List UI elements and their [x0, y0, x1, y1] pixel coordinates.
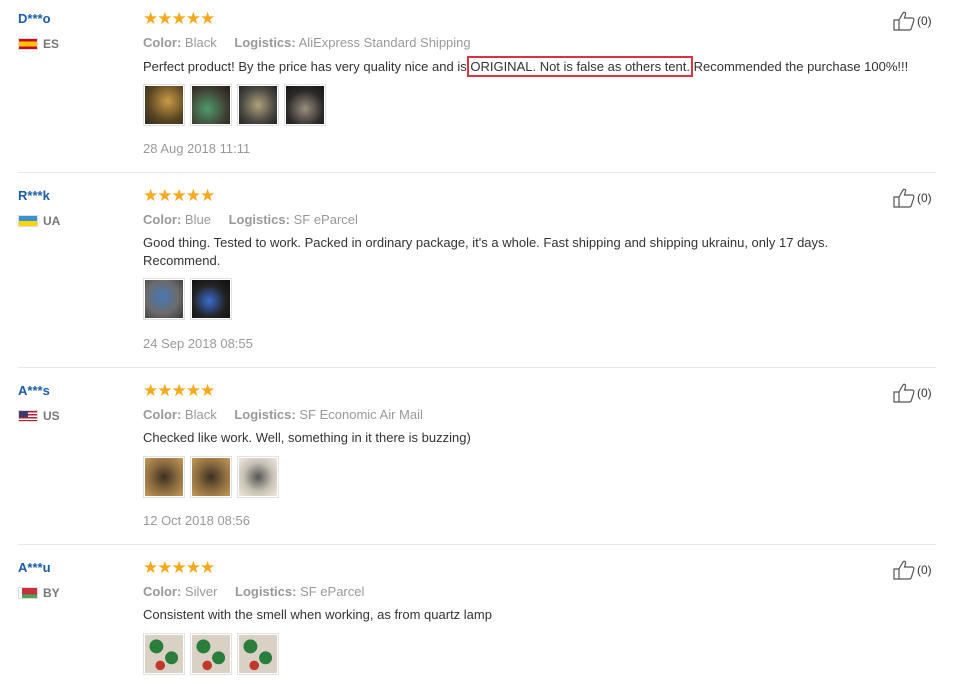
logistics-label: Logistics:: [228, 212, 290, 227]
helpful-count: (0): [917, 386, 932, 400]
color-label: Color:: [143, 584, 182, 599]
color-label: Color:: [143, 212, 182, 227]
helpful-button[interactable]: (0): [893, 188, 932, 208]
color-value: Silver: [184, 584, 218, 599]
helpful-button[interactable]: (0): [893, 11, 932, 31]
logistics-value: SF Economic Air Mail: [299, 407, 423, 422]
review-photo[interactable]: [143, 278, 185, 320]
star-rating: ★★★★★: [143, 186, 215, 205]
logistics-value: SF eParcel: [293, 212, 358, 227]
review-text: Consistent with the smell when working, …: [143, 607, 492, 622]
review-meta: Color: Black Logistics: AliExpress Stand…: [143, 35, 471, 50]
review-photo[interactable]: [237, 84, 279, 126]
reviewer-name[interactable]: D***o: [18, 11, 51, 26]
thumbs-up-icon: [893, 11, 915, 31]
country-code: UA: [43, 214, 61, 228]
helpful-count: (0): [917, 563, 932, 577]
reviewer-name[interactable]: R***k: [18, 188, 50, 203]
review-text: Good thing. Tested to work. Packed in or…: [143, 235, 829, 268]
review-date: 12 Oct 2018 08:56: [143, 513, 250, 528]
review-date: 28 Aug 2018 11:11: [143, 141, 251, 156]
logistics-label: Logistics:: [235, 584, 297, 599]
helpful-count: (0): [917, 191, 932, 205]
color-label: Color:: [143, 407, 182, 422]
review-photo[interactable]: [284, 84, 326, 126]
thumbs-up-icon: [893, 560, 915, 580]
logistics-label: Logistics:: [234, 407, 296, 422]
star-rating: ★★★★★: [143, 381, 215, 400]
review-meta: Color: Blue Logistics: SF eParcel: [143, 212, 358, 227]
country-code: US: [43, 409, 60, 423]
logistics-label: Logistics:: [234, 35, 296, 50]
reviewer-name[interactable]: A***u: [18, 560, 51, 575]
logistics-value: AliExpress Standard Shipping: [298, 35, 471, 50]
reviewer-country: UA: [18, 214, 60, 228]
review-photos: [143, 456, 284, 498]
color-label: Color:: [143, 35, 182, 50]
review-photo[interactable]: [143, 84, 185, 126]
color-value: Black: [184, 35, 217, 50]
highlighted-text: ORIGINAL. Not is false as others tent.: [467, 56, 693, 77]
reviewer-country: BY: [18, 586, 60, 600]
helpful-button[interactable]: (0): [893, 383, 932, 403]
flag-ua-icon: [18, 215, 38, 227]
review-photo[interactable]: [190, 84, 232, 126]
thumbs-up-icon: [893, 188, 915, 208]
review-photo[interactable]: [143, 633, 185, 675]
review-text: Perfect product! By the price has very q…: [143, 56, 909, 77]
review-photo[interactable]: [143, 456, 185, 498]
review-date: 24 Sep 2018 08:55: [143, 336, 253, 351]
review-text: Checked like work. Well, something in it…: [143, 430, 471, 445]
thumbs-up-icon: [893, 383, 915, 403]
review-photos: [143, 278, 237, 320]
review-meta: Color: Silver Logistics: SF eParcel: [143, 584, 364, 599]
country-code: BY: [43, 586, 60, 600]
review-photo[interactable]: [237, 633, 279, 675]
review-photo[interactable]: [190, 456, 232, 498]
flag-es-icon: [18, 38, 38, 50]
helpful-count: (0): [917, 14, 932, 28]
flag-by-icon: [18, 587, 38, 599]
review-photo[interactable]: [190, 278, 232, 320]
color-value: Black: [184, 407, 217, 422]
star-rating: ★★★★★: [143, 558, 215, 577]
review-photos: [143, 633, 284, 675]
reviewer-country: ES: [18, 37, 59, 51]
review-photo[interactable]: [237, 456, 279, 498]
reviewer-country: US: [18, 409, 60, 423]
color-value: Blue: [184, 212, 211, 227]
review-meta: Color: Black Logistics: SF Economic Air …: [143, 407, 423, 422]
flag-us-icon: [18, 410, 38, 422]
reviewer-name[interactable]: A***s: [18, 383, 50, 398]
review-photos: [143, 84, 331, 126]
logistics-value: SF eParcel: [300, 584, 365, 599]
review-photo[interactable]: [190, 633, 232, 675]
star-rating: ★★★★★: [143, 9, 215, 28]
helpful-button[interactable]: (0): [893, 560, 932, 580]
country-code: ES: [43, 37, 60, 51]
